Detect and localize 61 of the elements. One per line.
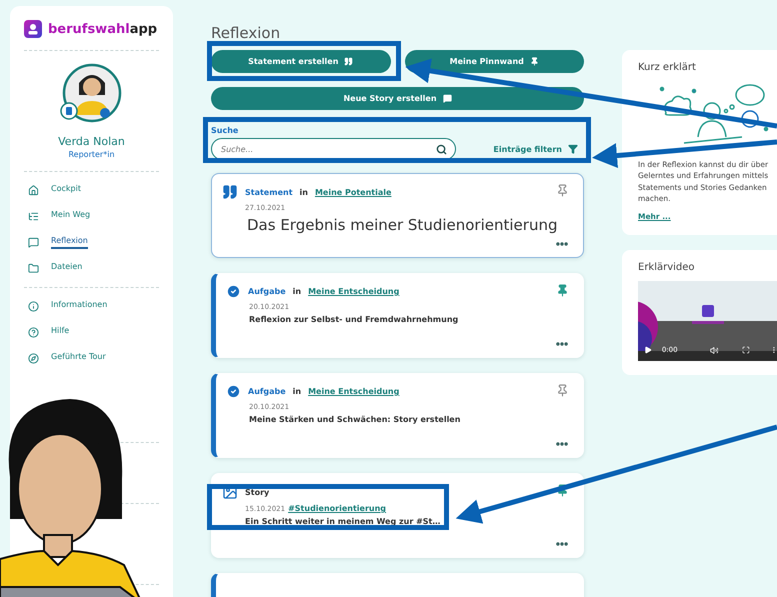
entry-title: Meine Stärken und Schwächen: Story erstellen (248, 415, 462, 424)
nav-item[interactable]: Mein Weg (28, 210, 159, 223)
entry-title: Das Ergebnis meiner Studienorientierung (246, 216, 558, 234)
category-link[interactable]: Meine Potentiale (314, 188, 392, 196)
nav-item[interactable]: Reflexion (28, 236, 159, 249)
check-circle-icon (226, 384, 241, 399)
speech-bubble-icon (28, 237, 39, 248)
nav-item[interactable]: Hilfe (28, 326, 159, 339)
compass-icon (28, 353, 39, 364)
quote-icon (344, 57, 354, 66)
info-icon (28, 301, 39, 312)
pin-icon (556, 384, 569, 397)
pin-button[interactable] (556, 284, 569, 297)
pin-icon (556, 484, 569, 497)
nav-item[interactable]: Cockpit (28, 184, 159, 197)
entry-joiner: in (292, 287, 302, 296)
pin-icon (556, 184, 569, 197)
nav-item[interactable]: Informationen (28, 300, 159, 313)
play-icon[interactable] (644, 346, 652, 354)
user-role: Reporter*in (68, 150, 115, 159)
pin-icon (556, 284, 569, 297)
nav-item[interactable]: Geführte Tour (28, 352, 159, 365)
speech-bubble-icon (442, 94, 452, 103)
quote-icon (222, 184, 238, 200)
search-field[interactable]: Suche... (211, 138, 456, 160)
pin-button[interactable] (556, 184, 569, 197)
entry-type: Statement (245, 188, 293, 196)
action-button[interactable]: Statement erstellen (211, 50, 390, 73)
entry-title: Reflexion zur Selbst- und Fremdwahrnehmung (248, 315, 460, 324)
nav-item[interactable]: Dateien (28, 262, 159, 275)
card-title: Erklärvideo (638, 262, 696, 273)
category-link[interactable]: Meine Entscheidung (308, 387, 400, 396)
pin-button[interactable] (556, 484, 569, 497)
list-icon (28, 211, 39, 222)
home-icon (28, 185, 39, 196)
entry-title: Ein Schritt weiter in meinem Weg zur #St… (244, 517, 442, 526)
entry-joiner: in (300, 188, 308, 196)
action-button[interactable]: Meine Pinnwand (404, 50, 584, 73)
action-button[interactable]: Neue Story erstellen (211, 87, 584, 110)
folder-icon (28, 263, 39, 274)
category-link[interactable]: Meine Entscheidung (308, 287, 400, 296)
search-icon (436, 144, 447, 155)
card-title: Kurz erklärt (638, 62, 697, 73)
check-circle-icon (226, 284, 241, 299)
logo-text: berufswahlapp (48, 22, 158, 36)
fullscreen-icon[interactable] (742, 346, 750, 354)
entry-joiner: in (292, 387, 302, 396)
tag-link[interactable]: #Studienorientierung (288, 504, 386, 513)
pin-button[interactable] (556, 384, 569, 397)
filter-icon (568, 144, 578, 154)
entry-type: Aufgabe (248, 387, 286, 396)
entry-type: Aufgabe (248, 287, 286, 296)
page-title: Reflexion (211, 24, 282, 42)
logo-icon (24, 20, 42, 38)
pin-icon (530, 57, 539, 66)
help-icon (28, 327, 39, 338)
user-name: Verda Nolan (58, 135, 125, 148)
filter-button[interactable]: Einträge filtern (493, 144, 584, 154)
search-label: Suche (211, 126, 238, 135)
volume-icon[interactable] (710, 346, 718, 354)
entry-type: Story (245, 488, 270, 496)
